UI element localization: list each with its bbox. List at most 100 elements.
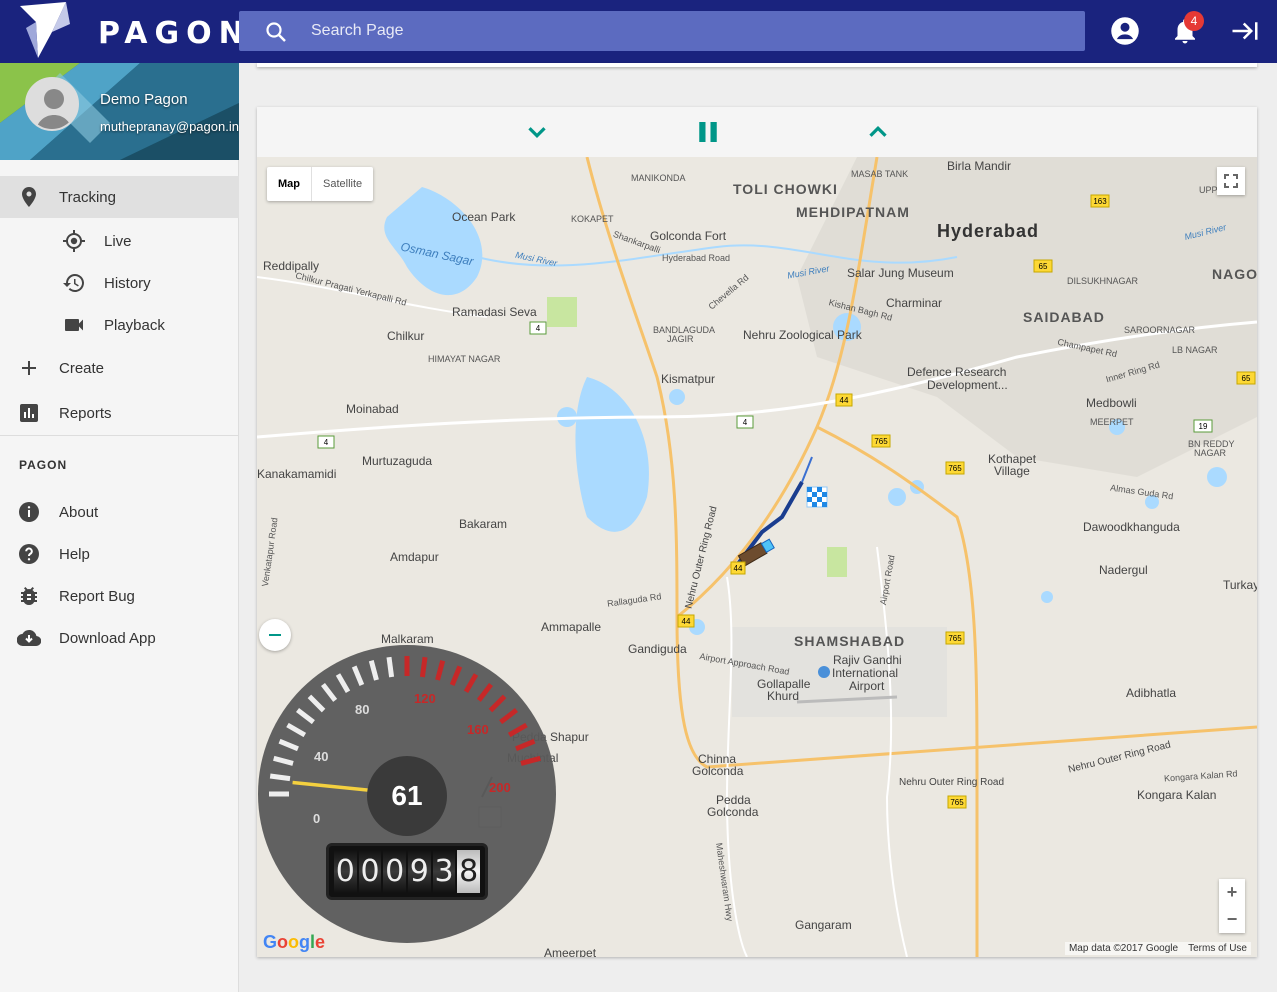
map-label: HIMAYAT NAGAR: [428, 354, 501, 364]
chevron-down-icon[interactable]: [522, 117, 552, 147]
map-label: Golconda: [692, 764, 744, 778]
zoom-in-button[interactable]: +: [1219, 879, 1245, 906]
speed-scale-label: 40: [314, 749, 329, 764]
map-label: Kongara Kalan: [1137, 788, 1217, 802]
pagon-logo-icon: [20, 2, 70, 58]
fullscreen-icon: [1224, 174, 1238, 188]
sidebar-item-label: About: [59, 503, 99, 521]
sidebar-item-report-bug[interactable]: Report Bug: [0, 575, 239, 617]
svg-text:4: 4: [743, 418, 748, 427]
sidebar-item-label: Help: [59, 545, 90, 563]
sidebar-item-label: Reports: [59, 404, 112, 422]
sidebar-item-help[interactable]: Help: [0, 533, 239, 575]
map-label: MEHDIPATNAM: [796, 204, 910, 220]
map-label: Golconda Fort: [650, 229, 727, 243]
map-label: Airport: [849, 679, 885, 693]
map-label: Development...: [927, 378, 1008, 392]
current-speed: 61: [367, 756, 447, 836]
pagon-logo[interactable]: PAGON: [18, 2, 244, 60]
svg-text:765: 765: [950, 798, 964, 807]
top-app-bar: PAGON 4: [0, 0, 1277, 63]
avatar[interactable]: [25, 77, 79, 131]
logout-arrow-icon[interactable]: [1230, 16, 1260, 46]
map-label: SHAMSHABAD: [794, 633, 906, 649]
speed-scale-label: 80: [355, 702, 370, 717]
map-label: Hyderabad: [937, 221, 1040, 241]
sidebar-item-download-app[interactable]: Download App: [0, 617, 239, 659]
sidebar-item-history[interactable]: History: [0, 262, 239, 304]
map-label: Kanakamamidi: [257, 467, 337, 481]
attribution-text: Map data ©2017 Google: [1068, 943, 1179, 954]
map-label: Ocean Park: [452, 210, 516, 224]
terms-link[interactable]: Terms of Use: [1188, 943, 1247, 954]
map-label: Golconda: [707, 805, 759, 819]
profile-email: muthepranay@pagon.in: [100, 119, 239, 134]
airport-icon: [818, 666, 830, 678]
map-label: Gangaram: [795, 918, 852, 932]
odometer-digit: 0: [383, 850, 407, 893]
map-label: Defence Research: [907, 365, 1007, 379]
sidebar-item-tracking[interactable]: Tracking: [0, 176, 239, 218]
sidebar-item-about[interactable]: About: [0, 491, 239, 533]
sidebar-item-label: Playback: [104, 316, 165, 334]
account-circle-icon[interactable]: [1110, 16, 1140, 46]
sidebar-divider: [0, 435, 239, 436]
map-label: Kismatpur: [661, 372, 716, 386]
speedometer-tick: [419, 656, 428, 678]
speed-scale-label: 120: [414, 691, 436, 706]
search-bar[interactable]: [239, 11, 1085, 51]
notification-badge: 4: [1184, 11, 1204, 31]
map-label: Bakaram: [459, 517, 508, 531]
map-type-toggle: Map Satellite: [267, 167, 374, 201]
odometer: 0 0 0 9 3 8: [326, 843, 488, 900]
map-label: Nehru Outer Ring Road: [899, 777, 1005, 788]
sidebar-item-label: Live: [104, 232, 132, 250]
map-label: MASAB TANK: [851, 169, 909, 179]
sidebar-section-title: PAGON: [19, 458, 68, 472]
zoom-controls: + −: [1219, 879, 1245, 933]
map-label: Gandiguda: [628, 642, 687, 656]
pause-icon[interactable]: [693, 117, 723, 147]
destination-flag-icon[interactable]: [806, 486, 828, 508]
map-label: Birla Mandir: [947, 159, 1012, 173]
map-label: Ramadasi Seva: [452, 305, 537, 319]
previous-card-edge: [257, 63, 1257, 67]
map-type-satellite-button[interactable]: Satellite: [312, 167, 373, 201]
map-label: KOKAPET: [571, 214, 614, 224]
svg-text:65: 65: [1242, 374, 1251, 383]
speed-scale-label: 0: [313, 811, 321, 826]
map-label: Dawoodkhanguda: [1083, 520, 1180, 534]
fullscreen-button[interactable]: [1217, 167, 1245, 195]
sidebar-item-create[interactable]: Create: [0, 347, 239, 389]
map-label: Adibhatla: [1126, 686, 1177, 700]
odometer-digit: 0: [358, 850, 382, 893]
search-input[interactable]: [299, 11, 1059, 51]
info-icon: [19, 502, 39, 522]
map-type-map-button[interactable]: Map: [267, 167, 312, 201]
svg-text:765: 765: [874, 437, 888, 446]
logo-text: PAGON: [98, 16, 251, 51]
sidebar-item-reports[interactable]: Reports: [0, 392, 239, 434]
crosshair-icon: [63, 230, 85, 252]
profile-header: Demo Pagon muthepranay@pagon.in: [0, 63, 239, 160]
search-icon[interactable]: [264, 20, 288, 44]
speed-scale-label: 160: [467, 722, 489, 737]
map-label: Salar Jung Museum: [847, 266, 954, 280]
map-label: SAIDABAD: [1023, 309, 1105, 325]
zoom-out-button[interactable]: −: [1219, 906, 1245, 933]
chevron-up-icon[interactable]: [863, 117, 893, 147]
svg-text:44: 44: [840, 396, 849, 405]
map-label: MANIKONDA: [631, 173, 686, 183]
map-label: MEERPET: [1090, 417, 1134, 427]
map-label: Hyderabad Road: [662, 253, 731, 263]
speedometer-tick: [269, 773, 291, 782]
plus-icon: [22, 361, 36, 375]
map-label: Medbowli: [1086, 396, 1137, 410]
sidebar-item-playback[interactable]: Playback: [0, 304, 239, 346]
map-label: International: [832, 666, 899, 680]
svg-text:163: 163: [1093, 197, 1107, 206]
sidebar-item-live[interactable]: Live: [0, 220, 239, 262]
odometer-digit: 0: [334, 850, 357, 893]
map-label: Village: [994, 464, 1030, 478]
map-label: TOLI CHOWKI: [733, 181, 838, 197]
